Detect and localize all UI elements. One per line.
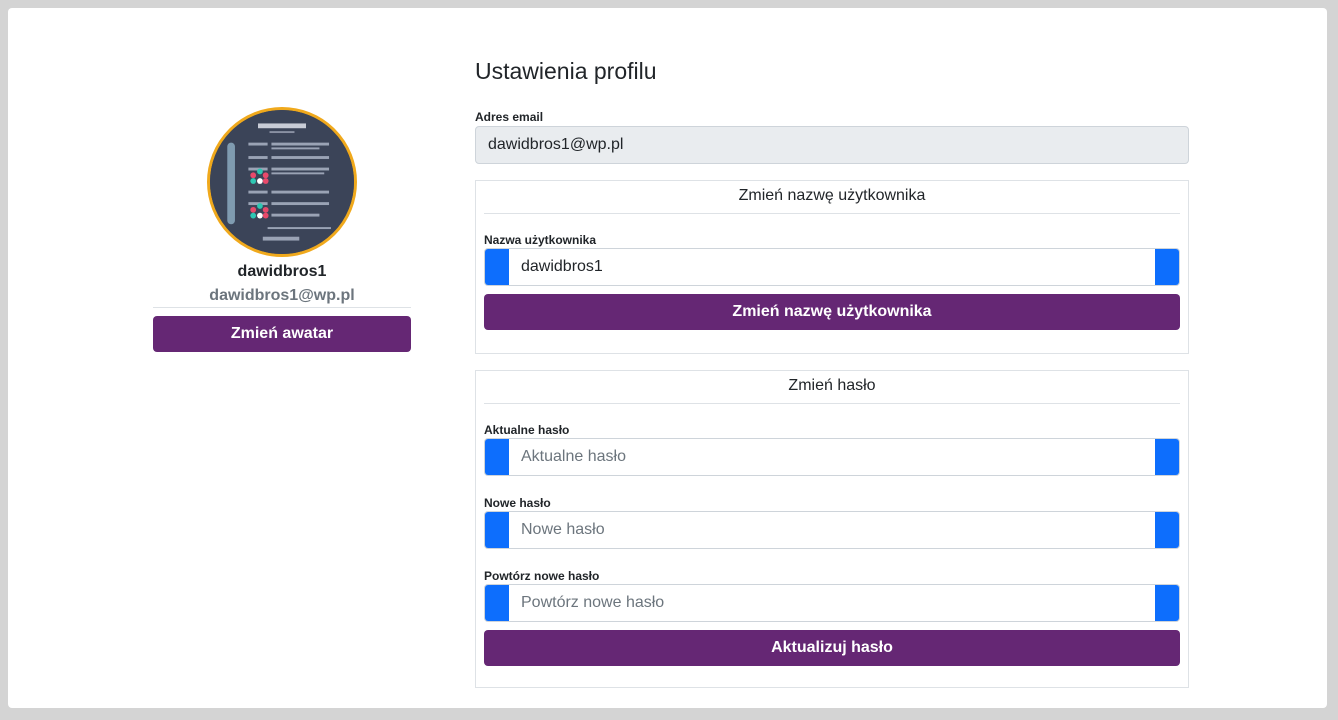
current-password-input-group xyxy=(484,438,1180,476)
new-password-input[interactable] xyxy=(509,512,1155,548)
change-avatar-button[interactable]: Zmień awatar xyxy=(153,316,411,352)
avatar-image xyxy=(210,110,354,254)
repeat-password-addon-right xyxy=(1155,585,1179,621)
repeat-password-label: Powtórz nowe hasło xyxy=(484,569,600,583)
username-addon-right xyxy=(1155,249,1179,285)
update-password-button[interactable]: Aktualizuj hasło xyxy=(484,630,1180,666)
username-label: Nazwa użytkownika xyxy=(484,233,597,247)
current-password-input[interactable] xyxy=(509,439,1155,475)
email-field: dawidbros1@wp.pl xyxy=(475,126,1189,164)
repeat-password-addon-left xyxy=(485,585,509,621)
username-addon-left xyxy=(485,249,509,285)
profile-email: dawidbros1@wp.pl xyxy=(153,286,411,308)
new-password-label: Nowe hasło xyxy=(484,496,551,510)
profile-username: dawidbros1 xyxy=(237,263,327,280)
change-username-panel: Zmień nazwę użytkownika Nazwa użytkownik… xyxy=(475,180,1189,354)
new-password-addon-left xyxy=(485,512,509,548)
change-username-title: Zmień nazwę użytkownika xyxy=(484,181,1180,214)
main-card: dawidbros1 dawidbros1@wp.pl Zmień awatar… xyxy=(8,8,1327,708)
repeat-password-input-group xyxy=(484,584,1180,622)
email-label: Adres email xyxy=(475,110,544,124)
username-input[interactable] xyxy=(509,249,1155,285)
avatar xyxy=(207,107,357,257)
repeat-password-input[interactable] xyxy=(509,585,1155,621)
change-password-title: Zmień hasło xyxy=(484,371,1180,404)
settings-column: Ustawienia profilu Adres email dawidbros… xyxy=(475,56,1189,688)
change-password-panel: Zmień hasło Aktualne hasło Nowe hasło Po… xyxy=(475,370,1189,688)
profile-column: dawidbros1 dawidbros1@wp.pl Zmień awatar xyxy=(153,107,411,352)
new-password-input-group xyxy=(484,511,1180,549)
change-username-button[interactable]: Zmień nazwę użytkownika xyxy=(484,294,1180,330)
page-title: Ustawienia profilu xyxy=(475,58,657,84)
username-input-group xyxy=(484,248,1180,286)
new-password-addon-right xyxy=(1155,512,1179,548)
current-password-addon-right xyxy=(1155,439,1179,475)
current-password-addon-left xyxy=(485,439,509,475)
current-password-label: Aktualne hasło xyxy=(484,423,570,437)
